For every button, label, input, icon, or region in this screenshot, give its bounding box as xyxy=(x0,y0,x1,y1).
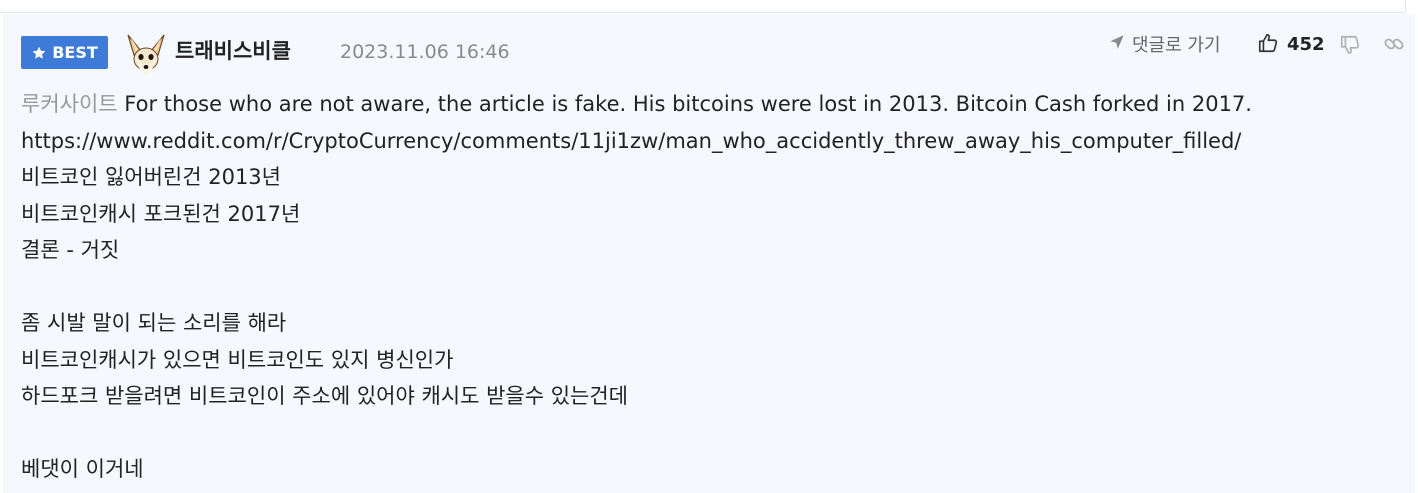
body-line: 하드포크 받을려면 비트코인이 주소에 있어야 캐시도 받을수 있는건데 xyxy=(21,384,629,408)
body-line: 비트코인캐시 포크된건 2017년 xyxy=(21,201,301,226)
quoted-author[interactable]: 루커사이트 xyxy=(21,92,118,116)
fennec-fox-avatar[interactable] xyxy=(124,32,168,76)
body-line: 비트코인 잃어버린건 2013년 xyxy=(21,165,281,189)
like-count: 452 xyxy=(1287,34,1325,55)
like-button[interactable]: 452 xyxy=(1257,32,1325,58)
body-line: 결론 - 거짓 xyxy=(21,238,120,262)
quoted-line: 루커사이트 For those who are not aware, the a… xyxy=(21,86,1401,123)
navigation-arrow-icon xyxy=(1108,33,1126,59)
thumbs-down-icon xyxy=(1339,35,1361,60)
author-nickname[interactable]: 트래비스비클 xyxy=(175,37,291,65)
previous-comment-edge xyxy=(0,0,1418,14)
link-icon xyxy=(1383,38,1405,59)
previous-comment-border xyxy=(0,0,1406,13)
reddit-link[interactable]: https://www.reddit.com/r/CryptoCurrency/… xyxy=(21,123,1401,160)
best-comment: BEST 트래비스비클 2023.11.06 16:46 댓글로 가기 452 … xyxy=(3,14,1415,493)
comment-body: 루커사이트 For those who are not aware, the a… xyxy=(21,86,1401,488)
thumbs-up-icon xyxy=(1257,32,1279,58)
goto-reply-button[interactable]: 댓글로 가기 xyxy=(1108,33,1221,59)
quoted-text: For those who are not aware, the article… xyxy=(124,92,1252,116)
copy-link-button[interactable] xyxy=(1383,33,1405,59)
comment-header: BEST 트래비스비클 2023.11.06 16:46 댓글로 가기 452 xyxy=(3,14,1415,86)
body-line: 비트코인캐시가 있으면 비트코인도 있지 병신인가 xyxy=(21,347,454,372)
best-badge: BEST xyxy=(21,36,108,69)
body-line: 좀 시발 말이 되는 소리를 해라 xyxy=(21,311,287,335)
goto-reply-label: 댓글로 가기 xyxy=(1132,35,1221,56)
best-badge-label: BEST xyxy=(52,43,98,62)
comment-timestamp: 2023.11.06 16:46 xyxy=(340,41,510,63)
star-icon xyxy=(31,45,47,61)
dislike-button[interactable] xyxy=(1339,34,1361,60)
body-line: 베댓이 이거네 xyxy=(21,457,144,481)
